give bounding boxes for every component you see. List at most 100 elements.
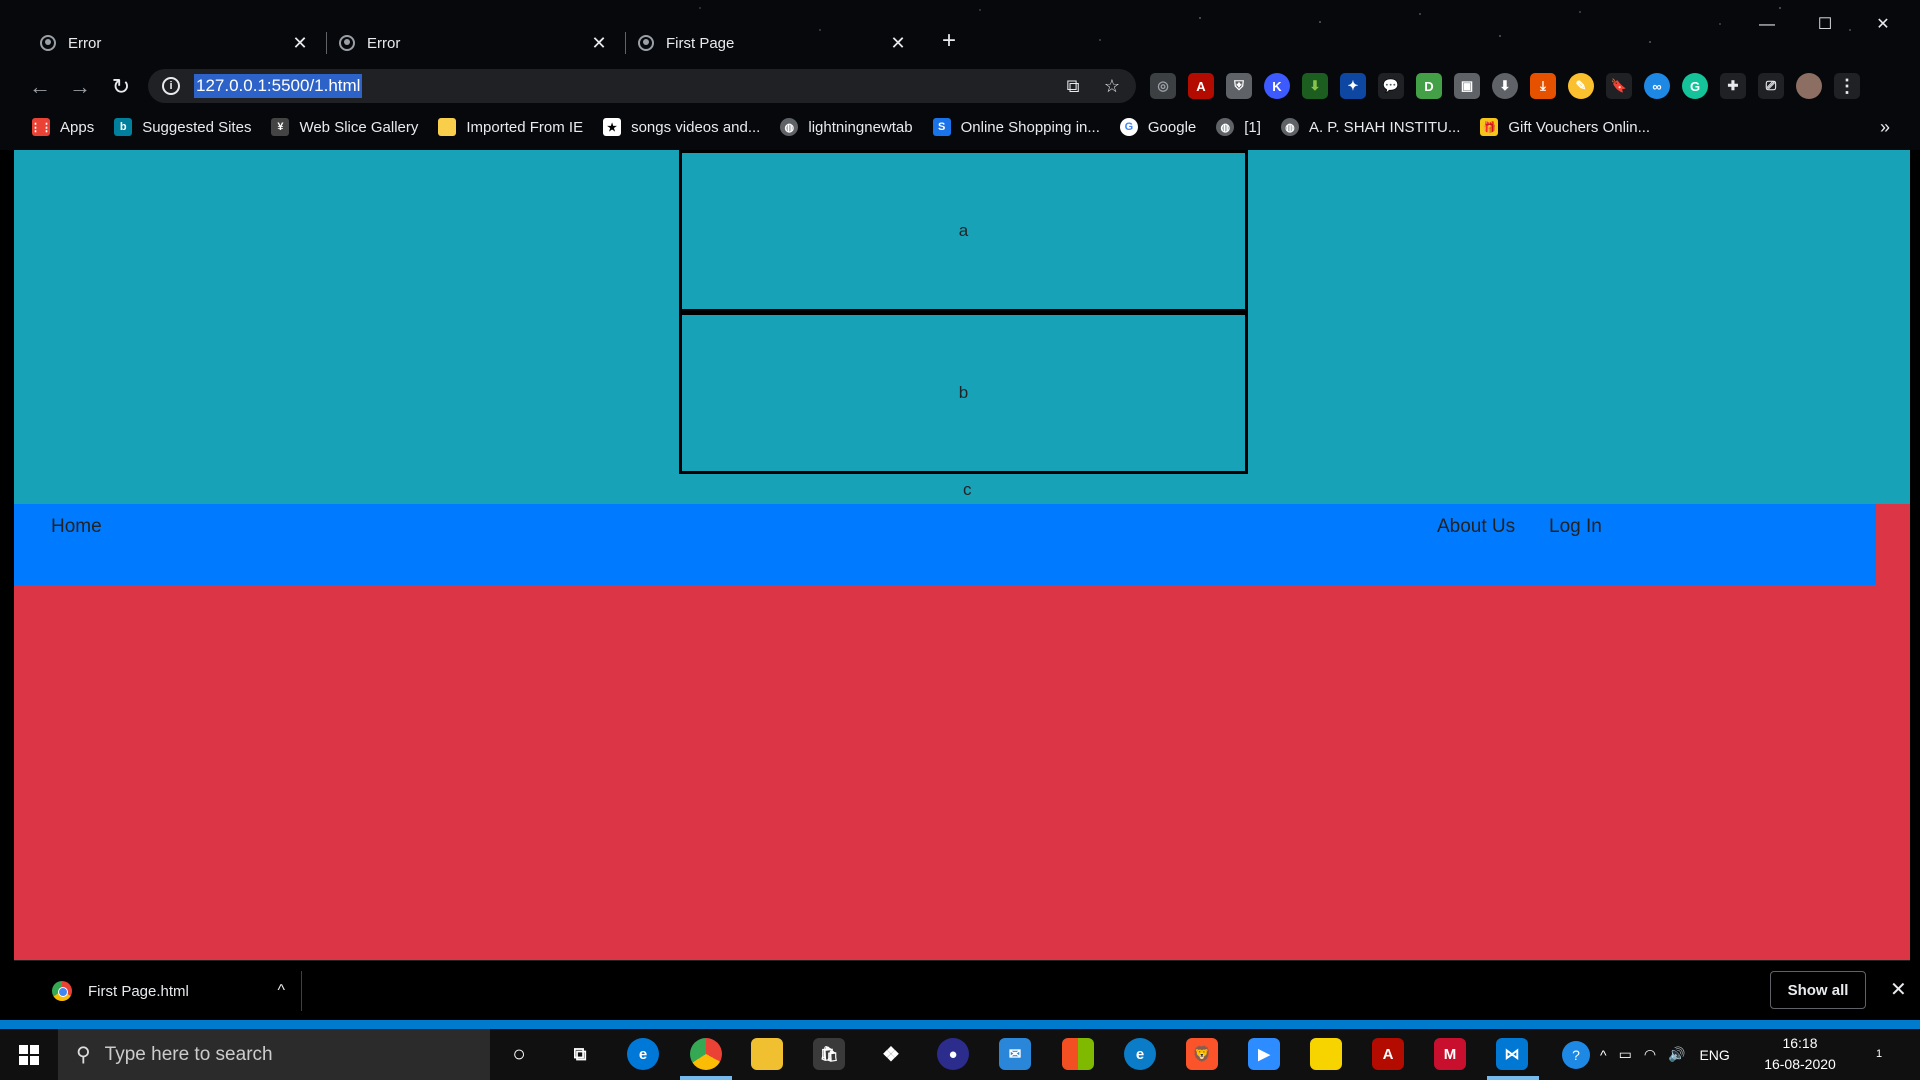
close-window-button[interactable]: ✕ — [1860, 10, 1906, 40]
cortana-icon[interactable]: ○ — [503, 1038, 535, 1070]
volume-icon[interactable]: 🔊 — [1668, 1046, 1685, 1063]
extension-icon[interactable]: ✎ — [1568, 73, 1594, 99]
bookmark-imported-from-ie[interactable]: Imported From IE — [438, 118, 583, 136]
box-b: b — [679, 312, 1248, 474]
close-icon[interactable]: ✕ — [1890, 977, 1907, 1002]
tab-first-page[interactable]: First Page ✕ — [626, 28, 918, 58]
bookmark-label: Online Shopping in... — [960, 118, 1100, 136]
nav-login-link[interactable]: Log In — [1549, 516, 1602, 538]
more-bookmarks-icon[interactable]: » — [1880, 112, 1890, 142]
grammarly-icon[interactable]: G — [1682, 73, 1708, 99]
download-arrow-icon[interactable]: ⬇ — [1302, 73, 1328, 99]
windows-icon — [19, 1044, 39, 1065]
globe-icon: ◍ — [1216, 118, 1235, 136]
bookmarks-bar: ⋮⋮ Apps b Suggested Sites ¥ Web Slice Ga… — [0, 112, 1920, 142]
file-explorer-icon[interactable] — [751, 1038, 783, 1070]
notification-center-icon[interactable]: 1 — [1866, 1041, 1892, 1067]
nav-about-link[interactable]: About Us — [1437, 516, 1515, 538]
extension-icon[interactable]: ✦ — [1340, 73, 1366, 99]
k-extension-icon[interactable]: K — [1264, 73, 1290, 99]
shield-icon[interactable]: ⛨ — [1226, 73, 1252, 99]
video-icon[interactable]: ▣ — [1454, 73, 1480, 99]
downloader-icon[interactable]: ⬇ — [1492, 73, 1518, 99]
mail-icon[interactable]: ✉ — [999, 1038, 1031, 1070]
folder-icon — [438, 118, 457, 136]
bing-icon: b — [114, 118, 133, 136]
avatar[interactable] — [1796, 73, 1822, 99]
dropbox-icon[interactable]: ❖ — [875, 1038, 907, 1070]
bookmark-label: A. P. SHAH INSTITU... — [1308, 118, 1461, 136]
clock[interactable]: 16:18 16-08-2020 — [1760, 1033, 1840, 1075]
bookmark-online-shopping[interactable]: S Online Shopping in... — [932, 118, 1100, 136]
wifi-icon[interactable]: ◠ — [1644, 1046, 1656, 1063]
bookmark-apps[interactable]: ⋮⋮ Apps — [30, 118, 94, 136]
new-tab-button[interactable]: + — [936, 28, 962, 54]
bookmark-ap-shah[interactable]: ◍ A. P. SHAH INSTITU... — [1280, 118, 1461, 136]
bookmark-1[interactable]: ◍ [1] — [1216, 118, 1261, 136]
page-viewport: a b c Home About Us Log In — [14, 150, 1910, 960]
header-section: a b c — [14, 150, 1910, 504]
close-icon[interactable]: ✕ — [290, 33, 310, 53]
bookmark-star-icon[interactable]: ☆ — [1101, 75, 1123, 97]
maximize-button[interactable]: ☐ — [1802, 10, 1848, 40]
bookmark-google[interactable]: G Google — [1119, 118, 1196, 136]
language-indicator[interactable]: ENG — [1699, 1047, 1729, 1063]
gift-icon: 🎁 — [1480, 118, 1499, 136]
download-manager-icon[interactable]: ⤓ — [1530, 73, 1556, 99]
cast-icon[interactable]: ⎚ — [1758, 73, 1784, 99]
date-text: 16-08-2020 — [1764, 1056, 1836, 1072]
brave-icon[interactable]: 🦁 — [1186, 1038, 1218, 1070]
nav-home-link[interactable]: Home — [51, 516, 102, 538]
reload-button[interactable]: ↻ — [107, 73, 135, 101]
task-view-icon[interactable]: ⧉ — [564, 1038, 596, 1070]
start-button[interactable] — [0, 1029, 58, 1080]
forward-button[interactable]: → — [66, 73, 94, 101]
acrobat-extension-icon[interactable]: A — [1188, 73, 1214, 99]
tab-error-1[interactable]: Error ✕ — [28, 28, 320, 58]
sticky-notes-icon[interactable] — [1310, 1038, 1342, 1070]
close-icon[interactable]: ✕ — [888, 33, 908, 53]
url-text[interactable]: 127.0.0.1:5500/1.html — [194, 74, 363, 98]
puzzle-extensions-icon[interactable]: ✚ — [1720, 73, 1746, 99]
bookmark-songs-videos[interactable]: ★ songs videos and... — [603, 118, 760, 136]
infinity-icon[interactable]: ∞ — [1644, 73, 1670, 99]
info-icon[interactable]: i — [162, 77, 180, 95]
back-button[interactable]: ← — [26, 73, 54, 101]
chevron-up-icon[interactable]: ^ — [1600, 1047, 1607, 1063]
mcafee-icon[interactable]: M — [1434, 1038, 1466, 1070]
office-icon[interactable] — [1062, 1038, 1094, 1070]
chat-icon[interactable]: 💬 — [1378, 73, 1404, 99]
d-extension-icon[interactable]: D — [1416, 73, 1442, 99]
bookmark-icon[interactable]: 🔖 — [1606, 73, 1632, 99]
help-icon[interactable]: ? — [1562, 1040, 1590, 1069]
bookmark-label: Web Slice Gallery — [299, 118, 419, 136]
chrome-icon[interactable] — [690, 1038, 722, 1070]
minimize-button[interactable]: — — [1744, 10, 1790, 40]
edge-icon[interactable]: e — [627, 1038, 659, 1070]
app-icon[interactable]: ● — [937, 1038, 969, 1070]
acrobat-icon[interactable]: A — [1372, 1038, 1404, 1070]
bookmark-suggested-sites[interactable]: b Suggested Sites — [114, 118, 251, 136]
bookmark-lightningnewtab[interactable]: ◍ lightningnewtab — [780, 118, 913, 136]
download-item[interactable]: First Page.html ^ — [34, 971, 302, 1011]
show-all-button[interactable]: Show all — [1770, 971, 1866, 1009]
install-app-icon[interactable]: ⧉ — [1062, 75, 1084, 97]
zoom-icon[interactable]: ▶ — [1248, 1038, 1280, 1070]
battery-icon[interactable]: ▭ — [1619, 1046, 1632, 1063]
bookmark-label: Suggested Sites — [142, 118, 252, 136]
menu-dots-icon[interactable]: ⋮ — [1834, 73, 1860, 99]
bookmark-gift-vouchers[interactable]: 🎁 Gift Vouchers Onlin... — [1480, 118, 1650, 136]
address-bar[interactable]: i 127.0.0.1:5500/1.html ⧉ ☆ — [148, 69, 1136, 103]
store-icon[interactable]: 🛍 — [813, 1038, 845, 1070]
edge-beta-icon[interactable]: e — [1124, 1038, 1156, 1070]
taskbar-search[interactable]: ⚲ Type here to search — [58, 1029, 490, 1080]
chevron-up-icon[interactable]: ^ — [277, 982, 285, 1000]
bookmark-web-slice-gallery[interactable]: ¥ Web Slice Gallery — [271, 118, 418, 136]
tab-error-2[interactable]: Error ✕ — [327, 28, 619, 58]
globe-icon — [40, 35, 56, 51]
extension-icon[interactable]: ◎ — [1150, 73, 1176, 99]
vscode-icon[interactable]: ⋈ — [1496, 1038, 1528, 1070]
snapdeal-icon: S — [932, 118, 951, 136]
close-icon[interactable]: ✕ — [589, 33, 609, 53]
time-text: 16:18 — [1782, 1035, 1818, 1051]
